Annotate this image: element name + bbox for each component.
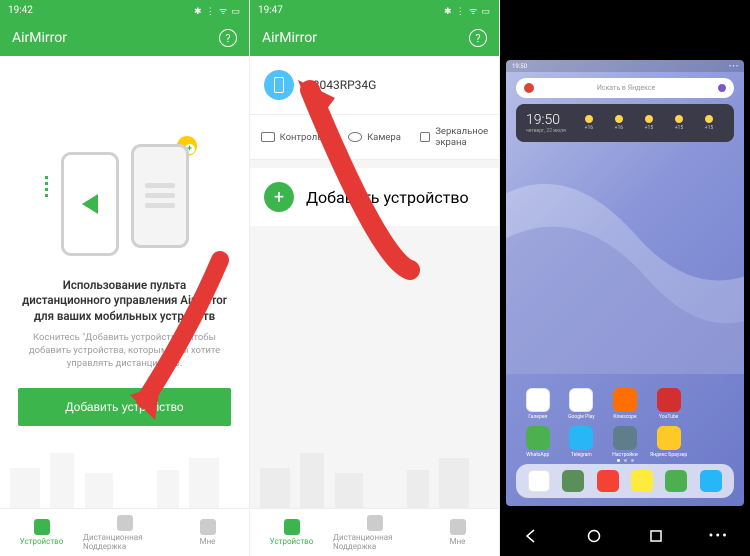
app-label: WhatsApp xyxy=(526,452,549,458)
search-placeholder: Искать в Яндексе xyxy=(540,84,712,92)
app-label: Яндекс Браузер xyxy=(650,452,687,458)
more-button[interactable]: ••• xyxy=(709,526,729,546)
tab-me[interactable]: Мне xyxy=(166,509,249,556)
widget-time: 19:50 xyxy=(526,112,566,128)
status-bar: 19:42 ✱ ⋮ ᯤ ▭ xyxy=(0,0,249,20)
annotation-arrow-1 xyxy=(120,250,230,430)
app-label: Настройки xyxy=(612,452,637,458)
app-Kinescope[interactable]: Kinescope xyxy=(605,388,645,420)
app-icon xyxy=(569,388,593,412)
support-icon xyxy=(117,515,133,531)
play-arrow-icon xyxy=(82,194,98,214)
dock-app-icon[interactable] xyxy=(700,470,722,492)
profile-icon xyxy=(200,519,216,535)
weather-widget[interactable]: 19:50 четверг, 22 июля +16 +16 +15 +15 +… xyxy=(516,104,734,142)
annotation-arrow-2 xyxy=(280,70,440,290)
status-time: 19:42 xyxy=(8,5,33,16)
decorative-buildings xyxy=(250,428,499,508)
app-header: AirMirror ? xyxy=(250,20,499,56)
screenshot-panel-1: 19:42 ✱ ⋮ ᯤ ▭ AirMirror ? Использование … xyxy=(0,0,250,556)
app-icon xyxy=(569,426,593,450)
app-icon xyxy=(526,426,550,450)
bottom-tabs: Устройство Дистанционная Nоддержка Мне xyxy=(0,508,249,556)
dock-app-icon[interactable] xyxy=(528,470,550,492)
app-Настройки[interactable]: Настройки xyxy=(605,426,645,458)
support-icon xyxy=(367,515,383,531)
dock-app-icon[interactable] xyxy=(597,470,619,492)
app-title: AirMirror xyxy=(12,30,67,46)
tab-me[interactable]: Мне xyxy=(416,509,499,556)
back-button[interactable] xyxy=(521,526,541,546)
status-icons: ✱ ⋮ ᯤ ▭ xyxy=(444,4,491,17)
app-label: Kinescope xyxy=(613,414,636,420)
search-bar[interactable]: Искать в Яндексе xyxy=(516,78,734,98)
page-indicator xyxy=(506,459,744,462)
moon-icon xyxy=(645,115,653,123)
dock-app-icon[interactable] xyxy=(631,470,653,492)
app-icon xyxy=(700,426,724,450)
bottom-tabs: Устройство Дистанционная Nоддержка Мне xyxy=(250,508,499,556)
app-empty xyxy=(692,388,732,420)
illustration xyxy=(45,138,205,268)
app-label: Галерея xyxy=(528,414,547,420)
app-title: AirMirror xyxy=(262,30,317,46)
app-grid: Галерея Google Play Kinescope YouTube WhatsA… xyxy=(518,388,732,458)
monitor-icon xyxy=(261,132,275,142)
app-Яндекс Браузер[interactable]: Яндекс Браузер xyxy=(649,426,689,458)
app-header: AirMirror ? xyxy=(0,20,249,56)
app-Telegram[interactable]: Telegram xyxy=(562,426,602,458)
app-label: YouTube xyxy=(659,414,678,420)
home-button[interactable] xyxy=(584,526,604,546)
profile-icon xyxy=(450,519,466,535)
help-icon[interactable]: ? xyxy=(469,29,487,47)
remote-screen[interactable]: 19:50 • • • Искать в Яндексе 19:50 четве… xyxy=(506,60,744,506)
dock-app-icon[interactable] xyxy=(562,470,584,492)
app-icon xyxy=(613,426,637,450)
app-icon xyxy=(657,388,681,412)
device-icon xyxy=(34,519,50,535)
app-YouTube[interactable]: YouTube xyxy=(649,388,689,420)
tab-devices[interactable]: Устройство xyxy=(0,509,83,556)
dock-app-icon[interactable] xyxy=(665,470,687,492)
android-nav-bar: ••• xyxy=(500,516,750,556)
forecast-row: +16 +16 +15 +15 +15 xyxy=(574,115,724,131)
app-icon xyxy=(657,426,681,450)
yandex-icon xyxy=(524,83,534,93)
dock xyxy=(516,464,734,498)
app-icon xyxy=(700,388,724,412)
voice-icon[interactable] xyxy=(718,84,726,92)
status-time: 19:47 xyxy=(258,5,283,16)
widget-date: четверг, 22 июля xyxy=(526,128,566,134)
screenshot-panel-3-mirrored-screen: 19:50 • • • Искать в Яндексе 19:50 четве… xyxy=(500,0,750,556)
moon-icon xyxy=(615,115,623,123)
moon-icon xyxy=(675,115,683,123)
app-WhatsApp[interactable]: WhatsApp xyxy=(518,426,558,458)
status-bar: 19:47 ✱ ⋮ ᯤ ▭ xyxy=(250,0,499,20)
tab-remote-support[interactable]: Дистанционная Nоддержка xyxy=(333,509,416,556)
app-empty xyxy=(692,426,732,458)
app-icon xyxy=(613,388,637,412)
app-label: Telegram xyxy=(571,452,592,458)
recents-button[interactable] xyxy=(646,526,666,546)
moon-icon xyxy=(705,115,713,123)
wallpaper-wave xyxy=(506,160,744,374)
moon-icon xyxy=(585,115,593,123)
app-Галерея[interactable]: Галерея xyxy=(518,388,558,420)
device-icon xyxy=(284,519,300,535)
screenshot-panel-2: 19:47 ✱ ⋮ ᯤ ▭ AirMirror ? 23043RP34G Кон… xyxy=(250,0,500,556)
app-label: Google Play xyxy=(568,414,594,420)
decorative-buildings xyxy=(0,428,249,508)
help-icon[interactable]: ? xyxy=(219,29,237,47)
app-Google Play[interactable]: Google Play xyxy=(562,388,602,420)
tab-devices[interactable]: Устройство xyxy=(250,509,333,556)
app-icon xyxy=(526,388,550,412)
remote-status-bar: 19:50 • • • xyxy=(506,60,744,72)
status-icons: ✱ ⋮ ᯤ ▭ xyxy=(194,4,241,17)
tab-remote-support[interactable]: Дистанционная Nоддержка xyxy=(83,509,166,556)
